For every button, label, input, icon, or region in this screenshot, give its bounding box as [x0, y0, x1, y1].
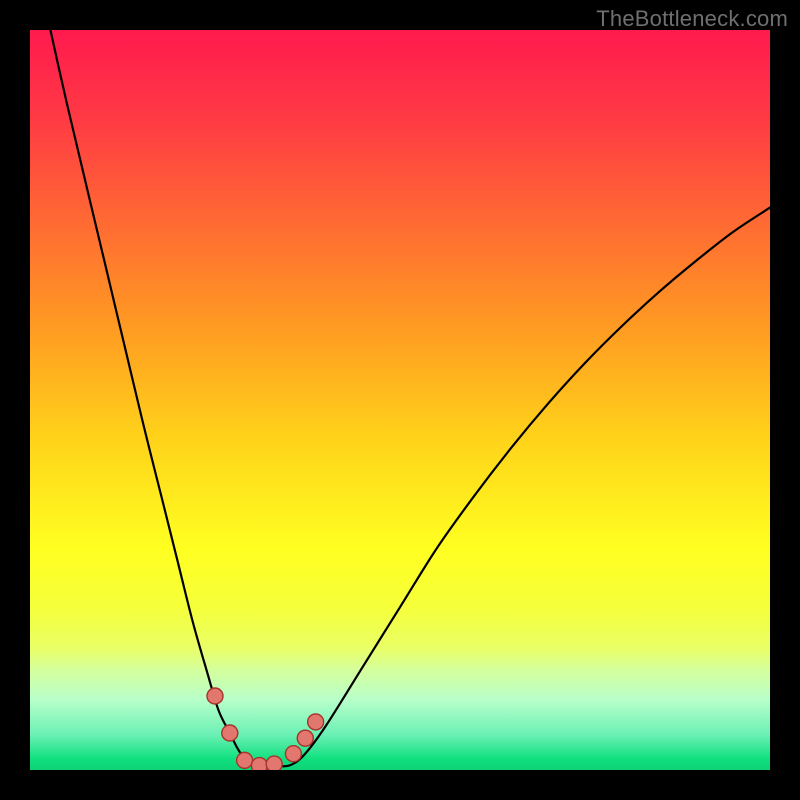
data-marker — [285, 746, 301, 762]
data-marker — [222, 725, 238, 741]
data-marker — [266, 756, 282, 770]
data-marker — [251, 758, 267, 770]
plot-area — [30, 30, 770, 770]
chart-svg — [30, 30, 770, 770]
outer-frame: TheBottleneck.com — [0, 0, 800, 800]
data-markers — [207, 688, 324, 770]
data-marker — [207, 688, 223, 704]
bottleneck-curve-line — [37, 30, 770, 766]
data-marker — [237, 752, 253, 768]
data-marker — [297, 730, 313, 746]
data-marker — [308, 714, 324, 730]
watermark-label: TheBottleneck.com — [596, 6, 788, 32]
